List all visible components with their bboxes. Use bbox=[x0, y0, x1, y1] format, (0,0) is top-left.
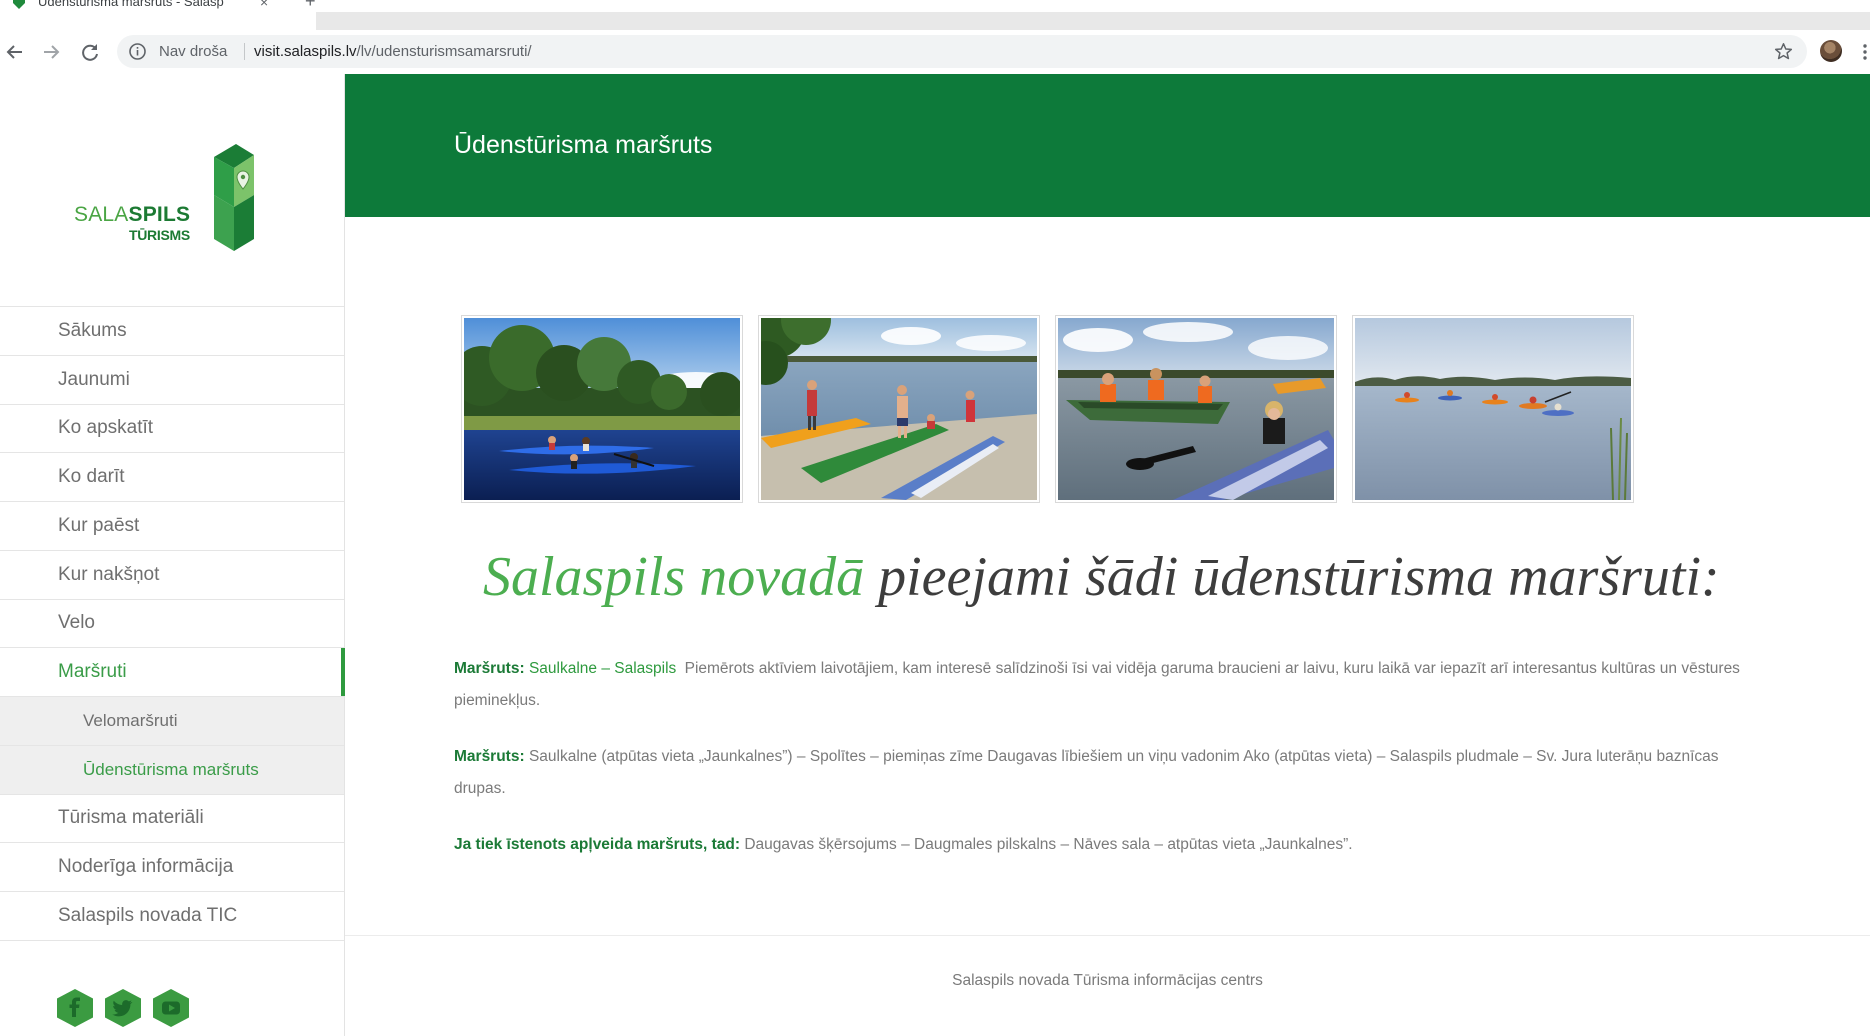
nav-item-label: Velo bbox=[58, 612, 95, 634]
route-paragraph: Ja tiek īstenots apļveida maršruts, tad:… bbox=[454, 829, 1744, 861]
nav-item-label: Noderīga informācija bbox=[58, 856, 234, 878]
gallery-photo-3[interactable] bbox=[1055, 315, 1337, 503]
logo-wordmark: SALASPILS bbox=[74, 203, 190, 227]
twitter-icon[interactable] bbox=[105, 989, 141, 1027]
browser-tabstrip: Ūdenstūrisma maršruts - Salasp × + bbox=[0, 0, 1870, 30]
route-description: Saulkalne (atpūtas vieta „Jaunkalnes”) –… bbox=[454, 748, 1719, 797]
nav-item-ko-apskatit[interactable]: Ko apskatīt bbox=[0, 405, 344, 454]
nav-item-label: Velomaršruti bbox=[83, 710, 178, 730]
nav-item-label: Sākums bbox=[58, 319, 127, 341]
nav-item-label: Tūrisma materiāli bbox=[58, 807, 204, 829]
subnav-item-udensturisma-marsruts[interactable]: Ūdenstūrisma maršruts bbox=[0, 745, 344, 795]
tab-close-button[interactable]: × bbox=[260, 0, 268, 10]
route-highlight: Saulkalne – Salaspils bbox=[528, 660, 677, 677]
profile-avatar[interactable] bbox=[1820, 40, 1842, 62]
logo-s-mark-icon bbox=[214, 144, 254, 251]
nav-item-ko-darit[interactable]: Ko darīt bbox=[0, 453, 344, 502]
route-label: Maršruts: bbox=[454, 748, 525, 765]
intro-heading-highlight: Salaspils novadā bbox=[483, 546, 865, 608]
gallery-photo-1[interactable] bbox=[461, 315, 743, 503]
site-favicon-icon bbox=[13, 0, 25, 9]
footer-text: Salaspils novada Tūrisma informācijas ce… bbox=[952, 972, 1263, 989]
nav-item-velo[interactable]: Velo bbox=[0, 600, 344, 649]
site-logo[interactable]: SALASPILS TŪRISMS bbox=[74, 141, 256, 258]
nav-item-sakums[interactable]: Sākums bbox=[0, 307, 344, 356]
route-label: Ja tiek īstenots apļveida maršruts, tad: bbox=[454, 836, 740, 853]
star-icon[interactable] bbox=[1774, 42, 1793, 61]
nav-item-noderiga-informacija[interactable]: Noderīga informācija bbox=[0, 843, 344, 892]
nav-item-tic[interactable]: Salaspils novada TIC bbox=[0, 892, 344, 941]
back-icon[interactable] bbox=[4, 41, 26, 63]
menu-icon[interactable] bbox=[1862, 43, 1868, 61]
gallery-image-kayaks-lake bbox=[1355, 318, 1631, 500]
nav-item-label: Ko darīt bbox=[58, 466, 125, 488]
nav-item-label: Kur paēst bbox=[58, 514, 140, 536]
nav-item-label: Ūdenstūrisma maršruts bbox=[83, 759, 259, 779]
route-label: Maršruts: bbox=[454, 660, 525, 677]
nav-item-label: Jaunumi bbox=[58, 368, 130, 390]
gallery-image-kayaks-shore bbox=[761, 318, 1037, 500]
main-nav: Sākums Jaunumi Ko apskatīt Ko darīt Kur … bbox=[0, 306, 345, 941]
gallery-photo-4[interactable] bbox=[1352, 315, 1634, 503]
facebook-icon[interactable] bbox=[57, 989, 93, 1027]
nav-item-label: Kur nakšņot bbox=[58, 563, 160, 585]
info-icon[interactable] bbox=[128, 42, 147, 61]
nav-item-label: Maršruti bbox=[58, 661, 127, 683]
browser-toolbar: Nav droša visit.salaspils.lv/lv/udenstur… bbox=[0, 30, 1870, 74]
nav-item-label: Ko apskatīt bbox=[58, 417, 154, 439]
route-description: Daugavas šķērsojums – Daugmales pilskaln… bbox=[744, 836, 1353, 853]
url-text[interactable]: visit.salaspils.lv/lv/udensturismsamarsr… bbox=[254, 43, 532, 60]
intro-heading-text: pieejami šādi ūdenstūrisma maršruti: bbox=[878, 546, 1720, 608]
url-path: /lv/udensturismsamarsruti/ bbox=[356, 43, 532, 60]
nav-item-kur-paest[interactable]: Kur paēst bbox=[0, 502, 344, 551]
youtube-icon[interactable] bbox=[153, 989, 189, 1027]
gallery-photo-2[interactable] bbox=[758, 315, 1040, 503]
route-paragraph: Maršruts: Saulkalne – Salaspils Piemērot… bbox=[454, 653, 1744, 717]
new-tab-button[interactable]: + bbox=[305, 0, 316, 10]
page-title: Ūdenstūrisma maršruts bbox=[454, 131, 713, 159]
logo-word-bold: SPILS bbox=[128, 203, 191, 226]
logo-word-light: SALA bbox=[74, 203, 129, 226]
url-host: visit.salaspils.lv bbox=[254, 43, 357, 60]
logo-subtitle: TŪRISMS bbox=[129, 227, 190, 243]
nav-item-jaunumi[interactable]: Jaunumi bbox=[0, 356, 344, 405]
gallery-image-canoe-group bbox=[1058, 318, 1334, 500]
tabstrip-background bbox=[316, 12, 1870, 30]
security-label[interactable]: Nav droša bbox=[159, 43, 227, 60]
route-paragraph: Maršruts: Saulkalne (atpūtas vieta „Jaun… bbox=[454, 741, 1744, 805]
nav-item-kur-naksnot[interactable]: Kur nakšņot bbox=[0, 551, 344, 600]
sidebar: SALASPILS TŪRISMS Sākums Jaunumi Ko apsk… bbox=[0, 74, 345, 1036]
reload-icon[interactable] bbox=[79, 41, 101, 63]
routes-list: Maršruts: Saulkalne – Salaspils Piemērot… bbox=[454, 653, 1744, 885]
address-separator bbox=[244, 43, 245, 60]
tab-title: Ūdenstūrisma maršruts - Salasp bbox=[38, 0, 224, 9]
browser-tab[interactable]: Ūdenstūrisma maršruts - Salasp × bbox=[0, 0, 290, 30]
footer-divider bbox=[345, 935, 1870, 936]
address-bar[interactable]: Nav droša visit.salaspils.lv/lv/udenstur… bbox=[117, 35, 1807, 68]
forward-icon[interactable] bbox=[40, 41, 62, 63]
intro-heading: Salaspils novadā pieejami šādi ūdenstūri… bbox=[483, 544, 1720, 611]
gallery-image-kayaks-river bbox=[464, 318, 740, 500]
nav-item-turisma-materiali[interactable]: Tūrisma materiāli bbox=[0, 795, 344, 844]
page-header-banner: Ūdenstūrisma maršruts bbox=[345, 74, 1870, 217]
subnav-item-velomarsruti[interactable]: Velomaršruti bbox=[0, 697, 344, 746]
nav-item-marsruti[interactable]: Maršruti bbox=[0, 648, 345, 697]
nav-item-label: Salaspils novada TIC bbox=[58, 904, 238, 926]
